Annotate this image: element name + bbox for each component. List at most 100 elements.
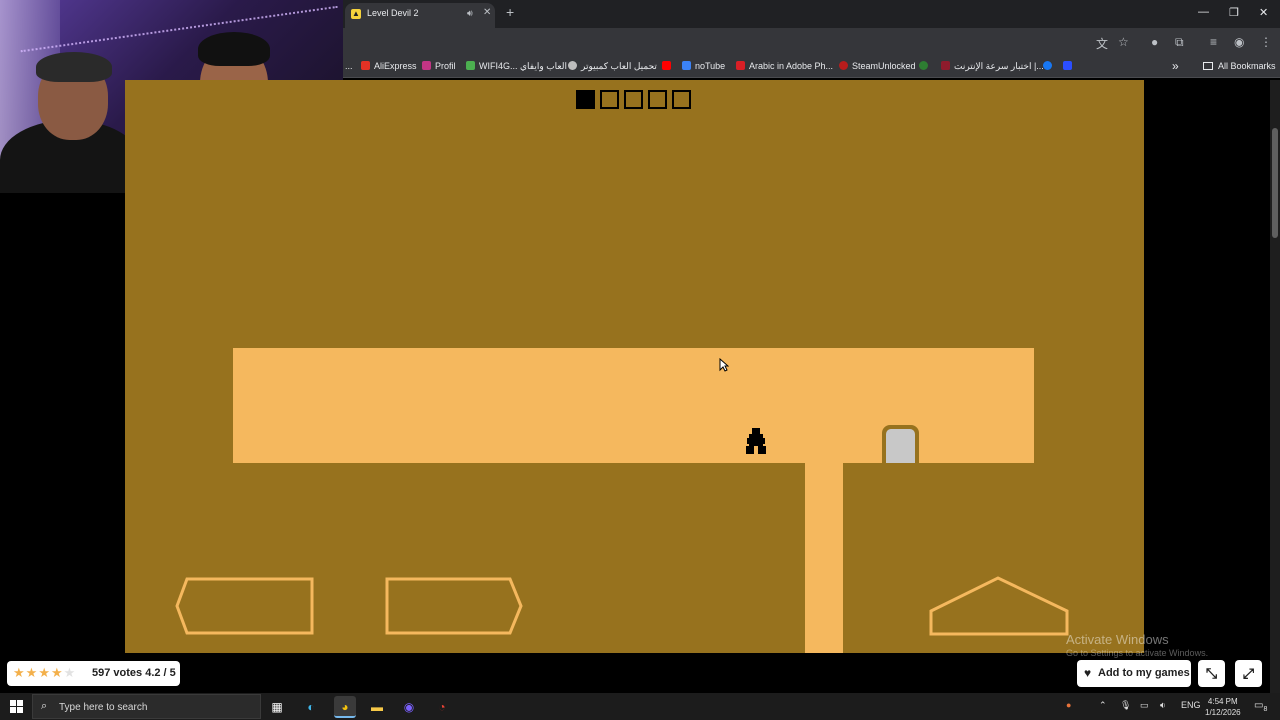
bookmark-youtube[interactable]	[662, 61, 675, 71]
star-icon[interactable]: ★	[64, 665, 77, 680]
new-tab-button[interactable]: +	[506, 5, 514, 19]
profile-avatar-icon[interactable]: ◉	[1234, 35, 1244, 49]
activate-windows-subtitle: Go to Settings to activate Windows.	[1066, 648, 1209, 658]
bookmark-blue[interactable]	[1063, 61, 1076, 71]
display-icon[interactable]: ▭	[1140, 700, 1149, 711]
youtube-icon	[662, 61, 671, 70]
clock-date: 1/12/2026	[1205, 708, 1241, 717]
task-view-icon[interactable]: ▦	[266, 696, 288, 718]
notube-icon	[682, 61, 691, 70]
floor-gap-shaft	[805, 462, 843, 653]
stage-box	[672, 90, 691, 109]
star-icon[interactable]: ★	[38, 665, 51, 680]
shield-icon	[919, 61, 928, 70]
colorful-app-tray-icon[interactable]: ●	[1066, 700, 1071, 710]
move-left-button[interactable]	[175, 576, 315, 636]
bookmark-arabic-adobe[interactable]: Arabic in Adobe Ph...	[736, 61, 833, 71]
tab-bar: ▲ Level Devil 2 🔊︎ ✕ + — ❐ ✕	[343, 0, 1280, 28]
facebook-icon	[1043, 61, 1052, 70]
menu-kebab-icon[interactable]: ⋮	[1260, 35, 1272, 49]
steamunlocked-icon	[839, 61, 848, 70]
bookmark-facebook[interactable]	[1043, 61, 1056, 71]
move-right-button[interactable]	[384, 576, 524, 636]
bookmark-notube[interactable]: noTube	[682, 61, 725, 71]
exit-door	[882, 425, 919, 463]
star-rating[interactable]: ★★★★★	[13, 665, 76, 681]
bookmark-aliexpress[interactable]: AliExpress	[361, 61, 417, 71]
bookmark-steamunlocked[interactable]: SteamUnlocked	[839, 61, 916, 71]
webcam-headset	[36, 52, 112, 82]
page-margin	[1144, 80, 1270, 653]
all-bookmarks-button[interactable]: All Bookmarks	[1203, 61, 1276, 71]
search-placeholder: Type here to search	[59, 702, 148, 713]
edge-icon[interactable]: ◐	[300, 696, 322, 718]
bookmarks-bar: ... AliExpress Profil WIFI4G... العاب وا…	[343, 56, 1280, 78]
bookmark-speedtest[interactable]: اختبار سرعة الإنترنت |...	[941, 61, 1044, 72]
bookmark-blue-icon	[1063, 61, 1072, 70]
clock-time: 4:54 PM	[1207, 697, 1238, 706]
player-character-icon	[746, 428, 766, 454]
aliexpress-icon	[361, 61, 370, 70]
screen: ▲ Level Devil 2 🔊︎ ✕ + — ❐ ✕ 文 ☆ ● ⧉ ≡ ◉…	[0, 0, 1280, 720]
star-icon[interactable]: ★	[13, 665, 26, 680]
fullscreen-button[interactable]: ⤢	[1235, 660, 1262, 687]
exit-door-panel	[886, 429, 915, 463]
page-scrollbar[interactable]	[1270, 80, 1280, 693]
restore-button[interactable]: ❐	[1229, 6, 1239, 19]
stage-box	[576, 90, 595, 109]
file-explorer-icon[interactable]: ▬	[366, 696, 388, 718]
media-control-icon[interactable]: ≡	[1210, 35, 1217, 49]
tab-level-devil[interactable]: ▲ Level Devil 2 🔊︎ ✕	[345, 3, 495, 28]
taskbar-clock[interactable]: 4:54 PM 1/12/2026	[1205, 696, 1241, 718]
windows-start-icon[interactable]	[10, 700, 23, 713]
tab-title: Level Devil 2	[367, 8, 419, 18]
more-bookmarks-button[interactable]: »	[1172, 59, 1179, 73]
translate-icon[interactable]: 文	[1096, 35, 1108, 52]
bookmark-shield[interactable]	[919, 61, 932, 71]
add-to-my-games-button[interactable]: ♥ Add to my games	[1077, 660, 1191, 687]
rating-widget[interactable]: ★★★★★ 597 votes 4.2 / 5	[7, 661, 180, 686]
extension-dot-icon[interactable]: ●	[1151, 35, 1158, 49]
notification-count: 8	[1263, 706, 1268, 713]
shrink-button[interactable]: ⤡	[1198, 660, 1225, 687]
star-icon[interactable]: ★	[26, 665, 39, 680]
minimize-button[interactable]: —	[1198, 6, 1209, 18]
star-icon[interactable]: ★	[51, 665, 64, 680]
stage-box	[624, 90, 643, 109]
wifi4g-icon	[466, 61, 475, 70]
folder-icon	[1203, 62, 1213, 70]
stage-box	[600, 90, 619, 109]
bookmark-pc-games[interactable]: تحميل العاب كمبيوتر	[568, 61, 657, 72]
bookmark-overflow-left[interactable]: ...	[345, 61, 353, 71]
mouse-cursor-icon	[719, 358, 729, 372]
bookmark-wifi4g[interactable]: WIFI4G... العاب وايفاي	[466, 61, 567, 72]
microphone-icon[interactable]: 🎙︎	[1120, 700, 1131, 711]
close-window-button[interactable]: ✕	[1259, 6, 1268, 19]
search-icon: ⌕	[41, 700, 48, 712]
notification-center-icon[interactable]: ▭8	[1254, 700, 1267, 713]
show-hidden-icons-chevron-icon[interactable]: ⌃	[1099, 700, 1107, 711]
adobe-icon	[736, 61, 745, 70]
bookmark-star-icon[interactable]: ☆	[1118, 35, 1129, 49]
jump-button[interactable]	[928, 575, 1070, 637]
heart-icon: ♥	[1084, 666, 1092, 680]
chrome-app-icon[interactable]: ◔	[431, 696, 453, 718]
language-indicator[interactable]: ENG	[1181, 700, 1201, 710]
level-devil-favicon-icon: ▲	[351, 9, 361, 19]
rating-text: 597 votes 4.2 / 5	[92, 667, 176, 679]
volume-icon[interactable]: 🔉︎	[1160, 700, 1166, 711]
speaker-icon[interactable]: 🔊︎	[467, 8, 473, 19]
scrollbar-thumb[interactable]	[1272, 128, 1278, 238]
obs-icon[interactable]: ◉	[398, 696, 420, 718]
taskbar-search-box[interactable]: ⌕ Type here to search	[32, 694, 261, 719]
activate-windows-title: Activate Windows	[1066, 632, 1169, 647]
browser-toolbar: 文 ☆ ● ⧉ ≡ ◉ ⋮	[343, 28, 1280, 56]
bookmark-profil[interactable]: Profil	[422, 61, 456, 71]
tab-close-icon[interactable]: ✕	[483, 7, 491, 18]
chrome-icon[interactable]: ◕	[334, 696, 356, 718]
speedtest-icon	[941, 61, 950, 70]
windows-taskbar: ⌕ Type here to search ▦ ◐ ◕ ▬ ◉ ◔ ● ⌃ 🎙︎…	[0, 693, 1280, 720]
extensions-icon[interactable]: ⧉	[1175, 35, 1184, 50]
webcam-hair-right	[198, 32, 270, 66]
stage-box	[648, 90, 667, 109]
